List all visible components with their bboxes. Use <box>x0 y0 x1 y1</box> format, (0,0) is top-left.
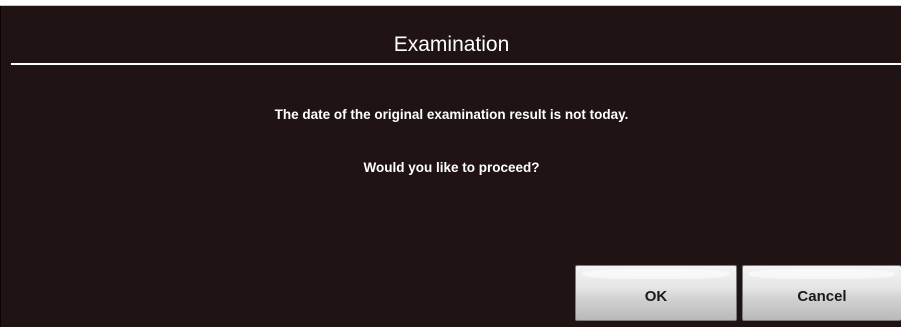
title-divider <box>11 63 901 65</box>
dialog-title: Examination <box>393 33 510 56</box>
cancel-button-label: Cancel <box>797 287 847 305</box>
message-line-2: Would you like to proceed? <box>363 160 540 175</box>
ok-button[interactable]: OK <box>575 265 737 321</box>
cancel-button[interactable]: Cancel <box>742 265 901 321</box>
message-line-1: The date of the original examination res… <box>274 107 629 122</box>
ok-button-label: OK <box>644 287 668 305</box>
